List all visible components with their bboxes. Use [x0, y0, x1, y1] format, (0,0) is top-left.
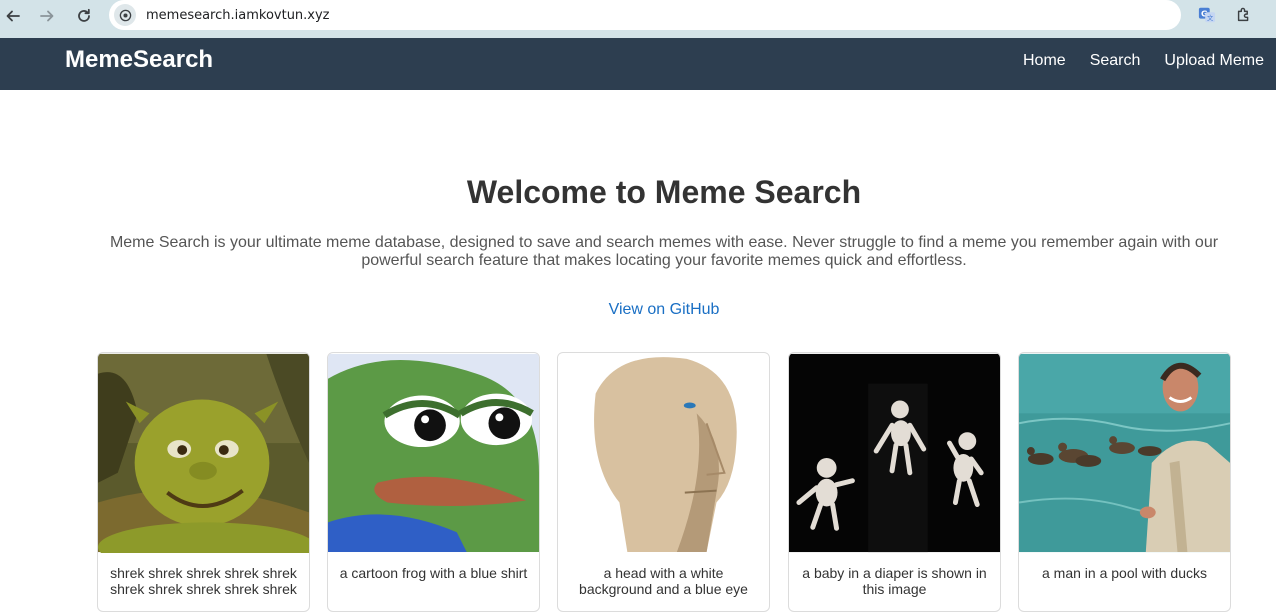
meme-caption: a head with a white background and a blu…: [579, 565, 748, 597]
meme-image[interactable]: [789, 353, 1000, 553]
svg-text:文: 文: [1207, 13, 1214, 22]
meme-image[interactable]: [328, 353, 539, 553]
meme-card[interactable]: a baby in a diaper is shown in this imag…: [788, 352, 1001, 612]
extensions-icon: [1237, 7, 1249, 22]
browser-toolbar: memesearch.iamkovtun.xyz G 文: [0, 0, 1276, 38]
reload-button[interactable]: [73, 5, 95, 27]
nav-links: Home Search Upload Meme: [1023, 51, 1264, 71]
meme-caption: a baby in a diaper is shown in this imag…: [802, 565, 987, 597]
nav-link-search[interactable]: Search: [1090, 51, 1141, 71]
nav-link-home[interactable]: Home: [1023, 51, 1066, 71]
reload-icon: [78, 8, 90, 22]
site-info-icon[interactable]: [114, 4, 136, 26]
meme-card[interactable]: a cartoon frog with a blue shirt: [327, 352, 540, 612]
back-button[interactable]: [2, 5, 24, 27]
meme-card[interactable]: shrek shrek shrek shrek shrek shrek shre…: [97, 352, 310, 612]
meme-card[interactable]: a man in a pool with ducks: [1018, 352, 1231, 612]
address-bar[interactable]: memesearch.iamkovtun.xyz: [109, 0, 1181, 30]
meme-card[interactable]: a head with a white background and a blu…: [557, 352, 770, 612]
forward-button[interactable]: [36, 5, 58, 27]
site-navbar: MemeSearch Home Search Upload Meme: [0, 38, 1276, 90]
github-link[interactable]: View on GitHub: [0, 301, 1276, 319]
page-title: Welcome to Meme Search: [466, 174, 862, 210]
meme-image[interactable]: [98, 353, 309, 553]
meme-caption: shrek shrek shrek shrek shrek shrek shre…: [110, 565, 297, 597]
translate-button[interactable]: G 文: [1196, 4, 1218, 26]
brand-logo[interactable]: MemeSearch: [65, 46, 213, 74]
translate-icon: G 文: [1198, 7, 1216, 22]
meme-caption: a cartoon frog with a blue shirt: [339, 565, 528, 581]
back-arrow-icon: [6, 10, 20, 22]
meme-caption: a man in a pool with ducks: [1042, 565, 1207, 581]
nav-link-upload-meme[interactable]: Upload Meme: [1164, 51, 1264, 71]
meme-image[interactable]: [1019, 353, 1230, 553]
forward-arrow-icon: [40, 10, 54, 22]
hero-description: Meme Search is your ultimate meme databa…: [109, 234, 1219, 269]
extensions-button[interactable]: [1233, 4, 1255, 26]
url-text[interactable]: memesearch.iamkovtun.xyz: [146, 8, 330, 23]
meme-image[interactable]: [558, 353, 769, 553]
